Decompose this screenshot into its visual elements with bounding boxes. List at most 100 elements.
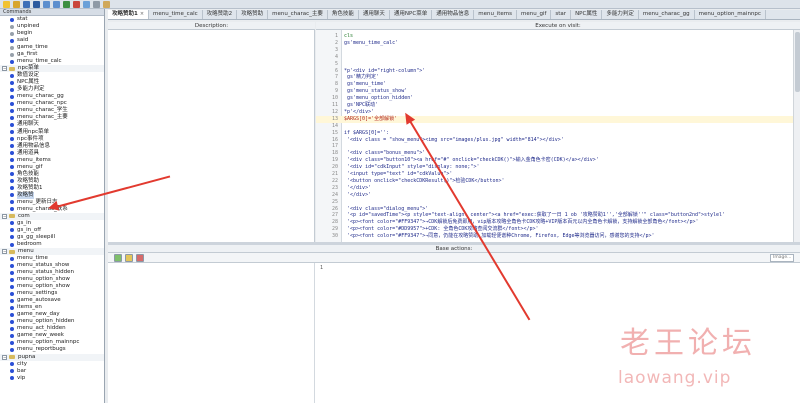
tree-item[interactable]: menu_option_hidden: [0, 318, 104, 325]
open-folder-icon[interactable]: [13, 0, 20, 8]
tree-item[interactable]: menu_status_show: [0, 262, 104, 269]
location-tab[interactable]: 通用NPC菜单: [390, 10, 433, 19]
new-icon[interactable]: [3, 0, 10, 8]
tree-item[interactable]: menu_charac_gg: [0, 93, 104, 100]
location-tab[interactable]: 攻略赞助1 ×: [108, 10, 150, 19]
location-icon: [10, 263, 14, 268]
tree-item[interactable]: 多能力判定: [0, 86, 104, 93]
location-tab[interactable]: 角色技能: [328, 10, 359, 19]
tree-item[interactable]: 角色技能: [0, 171, 104, 178]
description-editor[interactable]: [108, 30, 315, 242]
tree-group[interactable]: − pupna: [0, 353, 104, 361]
execute-code-editor[interactable]: 1 cls 2 gs'menu_time_calc' 3 4 5 6 *p'<div id="r…: [316, 30, 800, 242]
save-icon[interactable]: [23, 0, 30, 8]
location-tab[interactable]: menu_time_calc: [149, 10, 203, 19]
tree-item[interactable]: 通用聊天: [0, 121, 104, 128]
code-text: gs'menu_time_calc': [344, 39, 399, 46]
tree-group[interactable]: − npc菜单: [0, 65, 104, 73]
close-tab-icon[interactable]: ×: [140, 11, 144, 17]
tree-item[interactable]: said: [0, 37, 104, 44]
tree-item[interactable]: game_time: [0, 44, 104, 51]
location-tab[interactable]: 攻略赞助2: [203, 10, 238, 19]
tree-item[interactable]: game_new_day: [0, 311, 104, 318]
location-tab[interactable]: 通用聊天: [359, 10, 390, 19]
collapse-icon[interactable]: −: [2, 66, 7, 72]
location-tab[interactable]: menu_charac_主要: [268, 10, 328, 19]
tree-item[interactable]: vip: [0, 375, 104, 382]
code-text: cls: [344, 33, 354, 39]
tree-item[interactable]: menu_gif: [0, 164, 104, 171]
tree-item[interactable]: 攻略赞助: [0, 178, 104, 185]
edit-action-icon[interactable]: [125, 253, 133, 262]
tree-item[interactable]: menu_option_show: [0, 276, 104, 283]
tree-group[interactable]: − menu: [0, 248, 104, 256]
action-image-select[interactable]: Image...: [770, 254, 794, 262]
collapse-icon[interactable]: −: [2, 249, 7, 255]
location-icon: [10, 284, 14, 289]
tree-item[interactable]: menu_option_show: [0, 283, 104, 290]
tree-item[interactable]: 通用道具: [0, 150, 104, 157]
tree-item[interactable]: menu_items: [0, 157, 104, 164]
tree-item[interactable]: 通用npc菜单: [0, 129, 104, 136]
location-tab[interactable]: 多能力判定: [602, 10, 639, 19]
base-actions-list[interactable]: [108, 263, 314, 403]
tree-item[interactable]: gs_in: [0, 220, 104, 227]
tree-item[interactable]: menu_time_calc: [0, 58, 104, 65]
location-tab[interactable]: 通用物品信息: [432, 10, 475, 19]
collapse-icon[interactable]: −: [2, 213, 7, 219]
tree-item[interactable]: gs_gg_sleepill: [0, 234, 104, 241]
editor-scrollbar[interactable]: [793, 30, 800, 242]
tree-item[interactable]: city: [0, 361, 104, 368]
tree-item[interactable]: menu_settings: [0, 290, 104, 297]
tree-item[interactable]: menu_status_hidden: [0, 269, 104, 276]
tree-item[interactable]: 数值设定: [0, 72, 104, 79]
tree-item[interactable]: bar: [0, 368, 104, 375]
tree-item[interactable]: menu_act_hidden: [0, 325, 104, 332]
location-tab[interactable]: menu_gif: [517, 10, 552, 19]
tab-label: menu_time_calc: [153, 11, 198, 17]
tree-item[interactable]: menu_reportbugs: [0, 346, 104, 353]
location-icon: [10, 376, 14, 381]
tree-item[interactable]: game_new_week: [0, 332, 104, 339]
add-action-icon[interactable]: [114, 253, 122, 262]
location-tab[interactable]: menu_option_mainnpc: [695, 10, 766, 19]
tree-item[interactable]: items_en: [0, 304, 104, 311]
tree-item[interactable]: bedroom: [0, 241, 104, 248]
save-all-icon[interactable]: [33, 0, 40, 8]
tab-label: star: [555, 11, 567, 17]
tree-item[interactable]: unpined: [0, 23, 104, 30]
tree-item[interactable]: 通用物品信息: [0, 143, 104, 150]
tree-item-label: 攻略赞助: [17, 177, 40, 184]
editor-scroll-thumb[interactable]: [795, 32, 800, 92]
tree-item[interactable]: menu_charac_主要: [0, 114, 104, 121]
play-icon[interactable]: [63, 0, 70, 8]
settings-icon[interactable]: [93, 0, 100, 8]
delete-action-icon[interactable]: [136, 253, 144, 262]
location-tab[interactable]: menu_items: [474, 10, 517, 19]
tree-item[interactable]: game_autosave: [0, 297, 104, 304]
tree-item[interactable]: ga_first: [0, 51, 104, 58]
help-icon[interactable]: [103, 0, 110, 8]
tree-item[interactable]: begin: [0, 30, 104, 37]
code-line[interactable]: 30 '<p><font color="#FF9347">→同意，仍能在攻略赞助…: [316, 233, 800, 240]
tree-item-label: 角色技能: [17, 170, 40, 177]
tree-item[interactable]: NPC属性: [0, 79, 104, 86]
location-tab[interactable]: NPC属性: [571, 10, 603, 19]
location-icon: [10, 347, 14, 352]
stop-icon[interactable]: [73, 0, 80, 8]
tree-item[interactable]: npc事件项: [0, 136, 104, 143]
collapse-icon[interactable]: −: [2, 354, 7, 360]
location-tab[interactable]: star: [551, 10, 572, 19]
redo-icon[interactable]: [53, 0, 60, 8]
refresh-icon[interactable]: [83, 0, 90, 8]
tree-item-label: 攻略赞助1: [17, 184, 43, 191]
tree-item[interactable]: gs_in_off: [0, 227, 104, 234]
undo-icon[interactable]: [43, 0, 50, 8]
location-tab[interactable]: menu_charac_gg: [639, 10, 695, 19]
location-tab[interactable]: 攻略赞助: [237, 10, 269, 19]
tree-item[interactable]: menu_time: [0, 255, 104, 262]
tree-item[interactable]: stat: [0, 16, 104, 23]
tree-item[interactable]: menu_option_mainnpc: [0, 339, 104, 346]
tree-group[interactable]: − com: [0, 212, 104, 220]
tree-item[interactable]: 攻略赞助1: [0, 185, 104, 192]
